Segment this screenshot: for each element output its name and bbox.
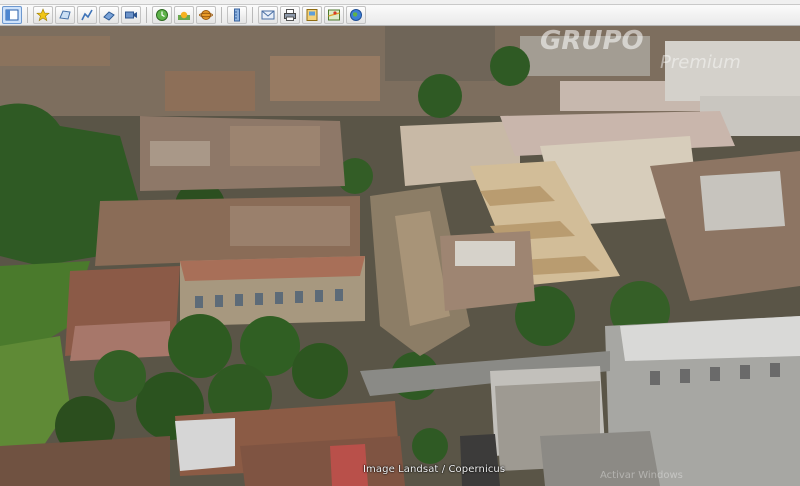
view-in-maps-button[interactable]: [324, 6, 344, 24]
watermark-title: GRUPO: [540, 26, 644, 56]
email-icon: [261, 10, 275, 20]
save-image-icon: [306, 9, 318, 21]
toolbar: [0, 5, 800, 26]
record-tour-icon: [125, 11, 137, 19]
print-icon: [284, 9, 296, 21]
imagery-attribution: Image Landsat / Copernicus: [363, 464, 506, 475]
historical-imagery-button[interactable]: [152, 6, 172, 24]
ruler-button[interactable]: [227, 6, 247, 24]
watermark-subtitle: Premium: [660, 52, 741, 73]
record-tour-button[interactable]: [121, 6, 141, 24]
activation-watermark: Activar Windows: [600, 470, 683, 481]
email-button[interactable]: [258, 6, 278, 24]
image-overlay-icon: [103, 11, 115, 21]
save-image-button[interactable]: [302, 6, 322, 24]
earth-gallery-button[interactable]: [346, 6, 366, 24]
maps-icon: [328, 9, 340, 21]
pushpin-icon: [36, 8, 50, 22]
ruler-icon: [234, 8, 240, 22]
print-button[interactable]: [280, 6, 300, 24]
toolbar-separator: [252, 7, 253, 23]
switch-to-sky-button[interactable]: [196, 6, 216, 24]
add-image-overlay-button[interactable]: [99, 6, 119, 24]
add-polygon-button[interactable]: [55, 6, 75, 24]
toolbar-separator: [221, 7, 222, 23]
3d-viewport[interactable]: GRUPO Premium Image Landsat / Copernicus…: [0, 26, 800, 486]
add-path-button[interactable]: [77, 6, 97, 24]
add-placemark-button[interactable]: [33, 6, 53, 24]
toolbar-separator: [146, 7, 147, 23]
path-icon: [81, 9, 93, 21]
toolbar-separator: [27, 7, 28, 23]
sidebar-icon: [5, 9, 19, 21]
globe-icon: [350, 9, 362, 21]
sidebar-toggle-button[interactable]: [2, 6, 22, 24]
polygon-icon: [59, 10, 71, 20]
sun-icon: [178, 11, 190, 20]
clock-icon: [156, 9, 168, 21]
sunlight-button[interactable]: [174, 6, 194, 24]
aerial-imagery: [0, 26, 800, 486]
planet-icon: [199, 10, 213, 20]
